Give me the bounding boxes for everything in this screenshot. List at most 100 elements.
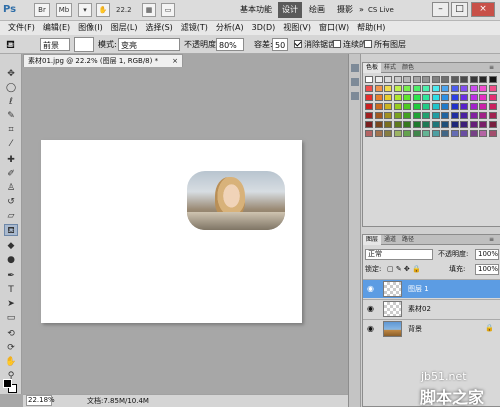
color-swatch[interactable] (403, 130, 411, 137)
color-swatch[interactable] (450, 76, 459, 83)
all-layers-check-icon[interactable] (364, 39, 372, 48)
layer-row[interactable]: ◉ 背景 🔒 (363, 319, 500, 338)
color-swatch[interactable] (450, 85, 459, 92)
color-swatch[interactable] (365, 85, 373, 92)
crop-icon[interactable]: ⌗ (4, 124, 18, 136)
tab-styles[interactable]: 样式 (381, 63, 399, 73)
color-swatch[interactable] (441, 112, 449, 119)
color-swatch[interactable] (479, 76, 487, 83)
color-swatch[interactable] (422, 76, 430, 83)
more-workspaces-button[interactable]: » (355, 2, 368, 18)
brush-icon[interactable]: ✐ (4, 168, 18, 180)
color-swatch[interactable] (403, 85, 411, 92)
visibility-eye-icon[interactable]: ◉ (367, 325, 375, 333)
color-swatch[interactable] (431, 103, 440, 110)
color-swatch[interactable] (384, 85, 392, 92)
extras-button[interactable]: ▾ (78, 3, 92, 17)
color-swatch[interactable] (393, 112, 402, 119)
tab-swatches[interactable]: 色板 (363, 63, 382, 73)
color-swatch[interactable] (469, 130, 478, 137)
menu-analysis[interactable]: 分析(A) (216, 21, 244, 35)
color-swatch[interactable] (412, 94, 421, 101)
color-swatch[interactable] (374, 112, 383, 119)
menu-filter[interactable]: 滤镜(T) (181, 21, 208, 35)
color-swatch[interactable] (422, 85, 430, 92)
color-swatch[interactable] (422, 112, 430, 119)
shape-icon[interactable]: ▭ (4, 312, 18, 324)
color-swatch[interactable] (431, 94, 440, 101)
color-swatch[interactable] (450, 103, 459, 110)
fill-source-select[interactable]: 前景 (40, 38, 70, 51)
color-swatch[interactable] (431, 76, 440, 83)
color-swatch[interactable] (450, 130, 459, 137)
color-swatch[interactable] (365, 94, 373, 101)
color-swatch[interactable] (460, 103, 468, 110)
color-swatch[interactable] (479, 130, 487, 137)
menu-file[interactable]: 文件(F) (8, 21, 35, 35)
color-swatch[interactable] (450, 112, 459, 119)
menu-window[interactable]: 窗口(W) (319, 21, 349, 35)
color-swatch[interactable] (384, 130, 392, 137)
color-swatch[interactable] (365, 121, 373, 128)
color-swatch[interactable] (365, 103, 373, 110)
color-swatch[interactable] (393, 76, 402, 83)
color-swatch[interactable] (393, 103, 402, 110)
color-swatch[interactable] (365, 130, 373, 137)
close-button[interactable]: × (471, 2, 495, 17)
color-swatch[interactable] (422, 130, 430, 137)
maximize-button[interactable]: □ (451, 2, 468, 17)
menu-3d[interactable]: 3D(D) (252, 21, 276, 35)
color-swatch[interactable] (403, 76, 411, 83)
menu-view[interactable]: 视图(V) (283, 21, 311, 35)
color-swatch[interactable] (393, 85, 402, 92)
color-swatch[interactable] (403, 103, 411, 110)
color-swatch[interactable] (374, 103, 383, 110)
color-swatch[interactable] (422, 94, 430, 101)
opacity-input[interactable]: 80% (216, 38, 244, 51)
color-swatch[interactable] (374, 130, 383, 137)
color-swatch[interactable] (479, 85, 487, 92)
document-size-info[interactable]: 文档:7.85M/10.4M (87, 395, 149, 407)
lock-icons[interactable]: ▢ ✎ ✥ 🔒 (387, 263, 421, 276)
panel-menu-icon[interactable]: ≡ (486, 235, 497, 245)
marquee-icon[interactable]: ◯ (4, 82, 18, 94)
color-swatch[interactable] (384, 76, 392, 83)
color-swatch[interactable] (393, 94, 402, 101)
workspace-painting[interactable]: 绘画 (305, 2, 329, 18)
color-swatch[interactable] (422, 103, 430, 110)
canvas[interactable] (41, 140, 302, 323)
menu-help[interactable]: 帮助(H) (357, 21, 385, 35)
color-swatch[interactable] (403, 121, 411, 128)
color-swatch[interactable] (488, 112, 497, 119)
color-swatch[interactable] (412, 130, 421, 137)
antialias-check-icon[interactable] (294, 39, 302, 48)
cs-live-button[interactable]: CS Live (368, 3, 394, 17)
contiguous-check-icon[interactable] (333, 39, 341, 48)
workspace-design[interactable]: 设计 (278, 2, 302, 18)
color-swatch[interactable] (393, 121, 402, 128)
color-swatch[interactable] (488, 103, 497, 110)
color-swatch[interactable] (365, 76, 373, 83)
color-swatch[interactable] (384, 103, 392, 110)
color-swatch[interactable] (488, 121, 497, 128)
color-swatch[interactable] (469, 112, 478, 119)
eyedropper-icon[interactable]: ⁄ (4, 138, 18, 150)
color-swatch[interactable] (479, 121, 487, 128)
lasso-icon[interactable]: ℓ (4, 96, 18, 108)
color-swatch[interactable] (374, 76, 383, 83)
color-swatch[interactable] (403, 112, 411, 119)
color-swatch[interactable] (441, 121, 449, 128)
layer-row[interactable]: ◉ 素材02 (363, 299, 500, 318)
tolerance-input[interactable]: 50 (272, 38, 288, 51)
tab-paths[interactable]: 路径 (399, 235, 417, 245)
pattern-picker[interactable] (74, 37, 94, 52)
paint-bucket-tool-icon[interactable]: ⛾ (6, 38, 26, 51)
color-swatch[interactable] (488, 94, 497, 101)
color-swatch[interactable] (479, 94, 487, 101)
document-tab[interactable]: 素材01.jpg @ 22.2% (图层 1, RGB/8) * × (23, 54, 183, 67)
path-select-icon[interactable]: ➤ (4, 298, 18, 310)
dodge-icon[interactable]: ● (4, 254, 18, 266)
color-swatch[interactable] (412, 76, 421, 83)
color-swatch[interactable] (450, 121, 459, 128)
color-swatch[interactable] (393, 130, 402, 137)
